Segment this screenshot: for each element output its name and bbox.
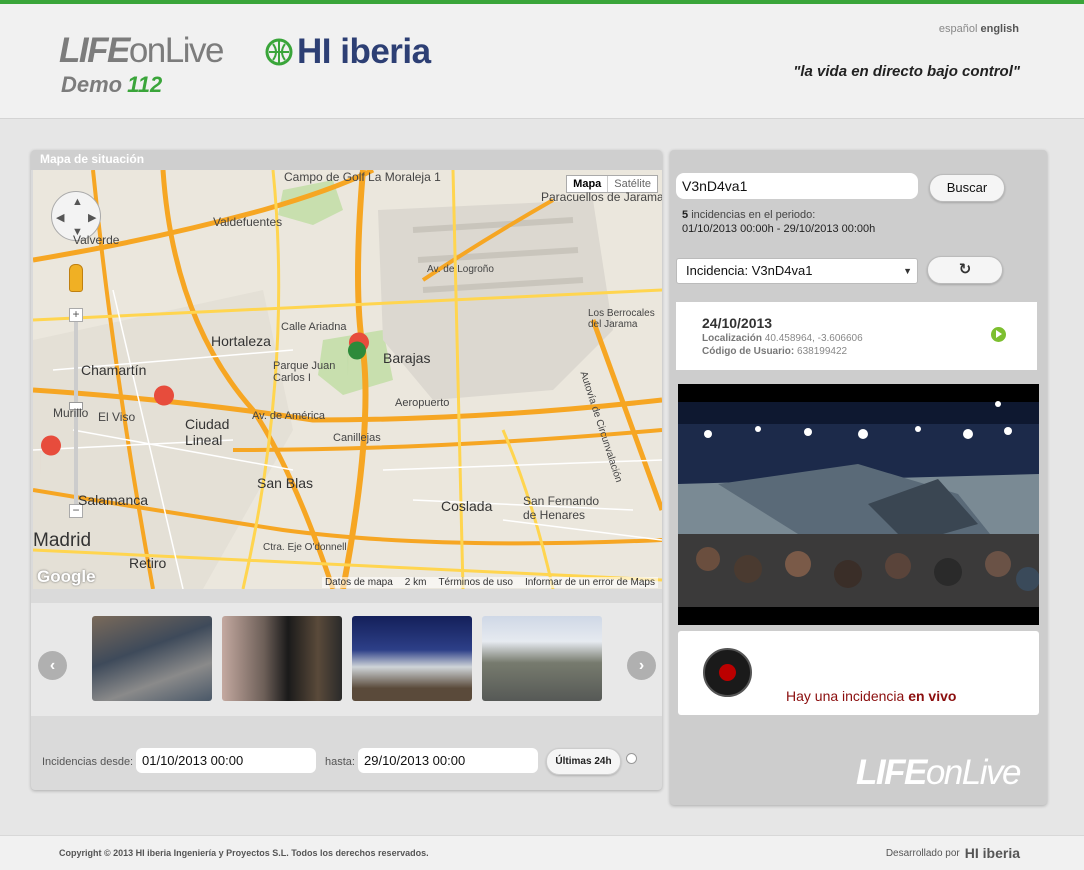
- zoom-in-button[interactable]: +: [69, 308, 83, 322]
- map-footer: Datos de mapa 2 km Términos de uso Infor…: [321, 577, 658, 588]
- map-label-barajas: Barajas: [383, 350, 431, 366]
- record-icon: [703, 648, 752, 697]
- to-date-input[interactable]: [358, 748, 538, 773]
- map-label-aeropuerto: Aeropuerto: [395, 397, 450, 409]
- gallery-thumb[interactable]: [222, 616, 342, 701]
- map-label-paracuellos: Paracuellos de Jarama: [541, 190, 662, 204]
- lang-en-link[interactable]: english: [980, 23, 1019, 35]
- chevron-down-icon: ▼: [903, 266, 912, 276]
- map-label-retiro: Retiro: [129, 555, 167, 571]
- incident-card[interactable]: 24/10/2013 Localización 40.458964, -3.60…: [676, 302, 1037, 370]
- map-label-el-viso: El Viso: [98, 410, 136, 424]
- demo-label: Demo 112: [61, 72, 163, 97]
- developed-by: Desarrollado por HI iberia: [885, 845, 1020, 861]
- map-label-madrid: Madrid: [33, 530, 92, 551]
- map-label-alcobendas: Campo de Golf La Moraleja 1: [284, 170, 441, 184]
- map-label-parque-juan-carlos: Parque Juan Carlos I: [273, 360, 336, 384]
- gallery-thumb[interactable]: [482, 616, 602, 701]
- pan-up-icon[interactable]: ▲: [72, 196, 83, 208]
- hi-iberia-small-logo[interactable]: HI iberia: [965, 845, 1020, 861]
- globe-icon: [265, 38, 293, 66]
- copyright-text: Copyright © 2013 HI iberia Ingeniería y …: [59, 848, 429, 858]
- incident-video[interactable]: [678, 384, 1039, 625]
- map-label-chamartin: Chamartín: [81, 362, 147, 378]
- lifeonlive-footer-logo: LIFEonLive: [856, 753, 1021, 792]
- map-label-hortaleza: Hortaleza: [211, 333, 271, 349]
- incident-date: 24/10/2013: [702, 315, 773, 331]
- map-scale: 2 km: [404, 577, 427, 588]
- search-button[interactable]: Buscar: [929, 174, 1005, 202]
- gallery-prev-button[interactable]: ‹: [38, 651, 67, 680]
- refresh-button[interactable]: ↻: [927, 256, 1003, 284]
- page-header: LIFEonLive Demo 112 HI iberia español eng…: [0, 4, 1084, 119]
- hi-iberia-logo[interactable]: HI iberia: [265, 32, 431, 72]
- image-gallery: ‹ ›: [31, 603, 662, 716]
- pan-left-icon[interactable]: ◀: [56, 211, 64, 224]
- last-24h-button[interactable]: Últimas 24h: [546, 748, 621, 775]
- period-range: 01/10/2013 00:00h - 29/10/2013 00:00h: [682, 223, 876, 235]
- gallery-thumb[interactable]: [92, 616, 212, 701]
- map-label-san-blas: San Blas: [257, 475, 314, 491]
- period-count: 5 incidencias en el periodo:: [682, 209, 816, 221]
- map-label-av-america: Av. de América: [252, 410, 325, 422]
- map-roads: [33, 170, 662, 589]
- lang-es-link[interactable]: español: [939, 23, 978, 35]
- refresh-icon: ↻: [958, 261, 972, 278]
- map-data-link[interactable]: Datos de mapa: [325, 577, 393, 588]
- incident-user-code: Código de Usuario: 638199422: [702, 346, 848, 357]
- streetview-pegman-icon[interactable]: [69, 264, 83, 292]
- google-logo[interactable]: Google: [37, 567, 96, 587]
- map-label-calle-ariadna: Calle Ariadna: [281, 321, 347, 333]
- live-incident-text: Hay una incidencia en vivo: [786, 688, 957, 704]
- map-label-murillo: Murillo: [53, 406, 89, 420]
- map-label-av-logrono: Av. de Logroño: [427, 264, 494, 275]
- map-label-canillejas: Canillejas: [333, 432, 381, 444]
- map-report-link[interactable]: Informar de un error de Maps: [525, 577, 655, 588]
- live-incident-box[interactable]: Hay una incidencia en vivo: [678, 631, 1039, 715]
- lifeonlive-logo[interactable]: LIFEonLive: [59, 31, 224, 71]
- incident-panel: Buscar 5 incidencias en el periodo: 01/1…: [670, 150, 1047, 805]
- map-label-los-berrocales: Los Berrocales del Jarama: [588, 308, 655, 330]
- situation-map[interactable]: Mapa Satélite ▲ ▼ ◀ ▶ + − Campo de Golf …: [33, 170, 662, 589]
- to-label: hasta:: [325, 756, 355, 768]
- date-filter-row: Incidencias desde: hasta: Últimas 24h: [31, 742, 662, 782]
- language-switch: español english: [939, 23, 1019, 35]
- map-label-coslada: Coslada: [441, 498, 493, 514]
- map-label-valverde: Valverde: [73, 233, 120, 247]
- map-label-valdefuentes: Valdefuentes: [213, 215, 283, 229]
- video-frame: [678, 384, 1039, 625]
- pan-right-icon[interactable]: ▶: [88, 211, 96, 224]
- search-input[interactable]: [676, 173, 918, 199]
- incident-location: Localización 40.458964, -3.606606: [702, 333, 863, 344]
- map-label-ctra-odonnell: Ctra. Eje O'donnell: [263, 542, 347, 553]
- map-label-san-fernando: San Fernando de Henares: [523, 494, 600, 522]
- map-terms-link[interactable]: Términos de uso: [438, 577, 512, 588]
- incident-select[interactable]: Incidencia: V3nD4va1 ▼: [676, 258, 918, 284]
- map-panel: Mapa de situación Mapa Satélite ▲ ▼ ◀ ▶ …: [31, 150, 662, 790]
- map-label-ciudad-lineal: Ciudad Lineal: [185, 416, 230, 448]
- from-date-input[interactable]: [136, 748, 316, 773]
- page-footer: Copyright © 2013 HI iberia Ingeniería y …: [0, 835, 1084, 870]
- gallery-next-button[interactable]: ›: [627, 651, 656, 680]
- map-header: Mapa de situación: [31, 150, 662, 170]
- from-label: Incidencias desde:: [42, 756, 134, 768]
- tagline: "la vida en directo bajo control": [793, 63, 1020, 80]
- play-icon[interactable]: [991, 327, 1006, 342]
- clock-icon: [626, 753, 637, 764]
- gallery-thumb[interactable]: [352, 616, 472, 701]
- map-title: Mapa de situación: [40, 152, 145, 166]
- map-label-salamanca: Salamanca: [78, 492, 149, 508]
